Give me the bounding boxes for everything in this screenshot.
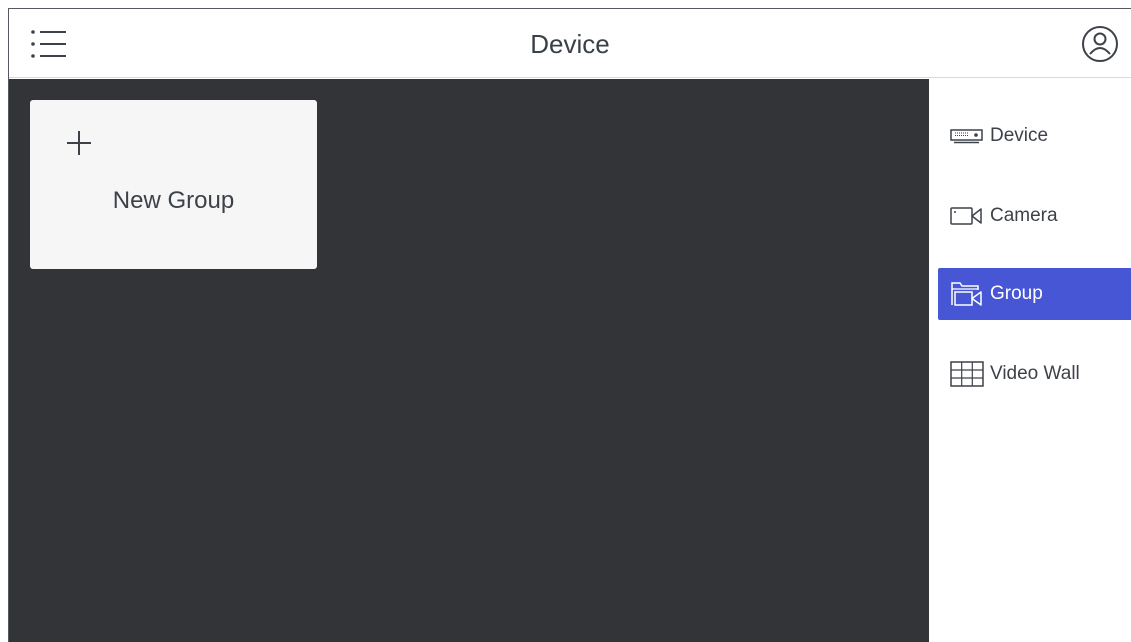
main-content: New Group bbox=[9, 79, 929, 642]
sidebar-item-label: Device bbox=[990, 125, 1049, 146]
app-window: Device New Group Device Camera Group Vid… bbox=[8, 8, 1131, 642]
top-bar: Device bbox=[9, 9, 1131, 78]
group-folder-icon bbox=[950, 279, 990, 309]
sidebar-item-label: Camera bbox=[990, 205, 1058, 226]
camera-icon bbox=[950, 201, 990, 231]
sidebar-item-label: Video Wall bbox=[990, 363, 1080, 384]
user-circle-icon[interactable] bbox=[1081, 25, 1119, 63]
sidebar-item-label: Group bbox=[990, 283, 1043, 304]
menu-list-icon[interactable] bbox=[27, 26, 67, 62]
sidebar-item-group[interactable]: Group bbox=[938, 268, 1131, 320]
device-recorder-icon bbox=[950, 121, 990, 151]
sidebar: Device Camera Group Video Wall bbox=[929, 79, 1131, 642]
page-title: Device bbox=[530, 29, 610, 59]
new-group-card[interactable]: New Group bbox=[30, 100, 317, 269]
plus-icon bbox=[66, 130, 92, 156]
sidebar-item-video-wall[interactable]: Video Wall bbox=[938, 348, 1131, 400]
sidebar-item-device[interactable]: Device bbox=[938, 110, 1131, 162]
sidebar-item-camera[interactable]: Camera bbox=[938, 190, 1131, 242]
video-wall-icon bbox=[950, 359, 990, 389]
new-group-label: New Group bbox=[112, 187, 235, 214]
